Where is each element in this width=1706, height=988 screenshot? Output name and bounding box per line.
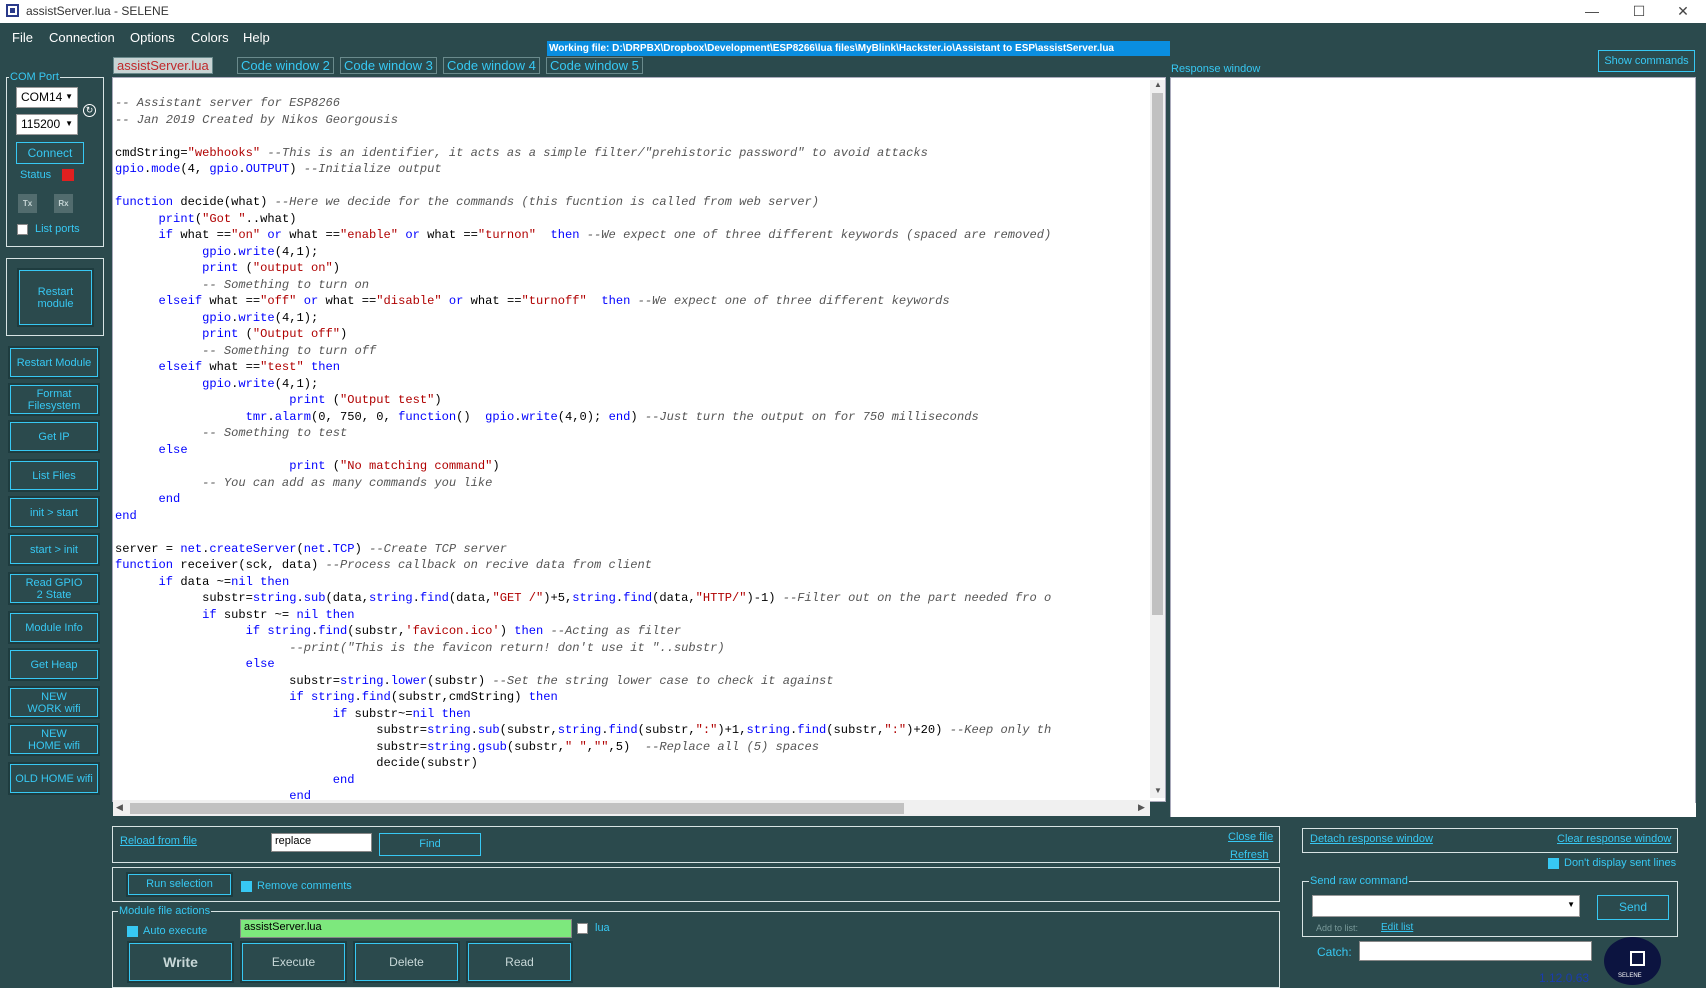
- scroll-left-icon[interactable]: ◀: [116, 802, 123, 813]
- code-text[interactable]: -- Assistant server for ESP8266 -- Jan 2…: [115, 95, 1051, 801]
- show-commands-button[interactable]: Show commands: [1598, 50, 1695, 72]
- response-horizontal-scrollbar[interactable]: [1171, 803, 1696, 817]
- close-file-link[interactable]: Close file: [1228, 831, 1273, 843]
- tab-assistserver[interactable]: assistServer.lua: [113, 57, 213, 74]
- title-bar: assistServer.lua - SELENE — ☐ ✕: [0, 0, 1706, 23]
- window-title: assistServer.lua - SELENE: [26, 4, 169, 18]
- status-label: Status: [20, 169, 52, 181]
- read-gpio2-button[interactable]: Read GPIO 2 State: [8, 572, 100, 605]
- maximize-button[interactable]: ☐: [1616, 0, 1662, 22]
- dont-display-sent-label: Don't display sent lines: [1564, 857, 1677, 869]
- search-input[interactable]: replace: [271, 833, 372, 852]
- close-button[interactable]: ✕: [1660, 0, 1706, 22]
- port-value: COM14: [21, 90, 63, 104]
- restart-module-big-button[interactable]: Restart module: [17, 268, 94, 327]
- list-ports-checkbox[interactable]: [17, 224, 28, 235]
- scroll-up-icon[interactable]: ▲: [1154, 80, 1162, 89]
- format-filesystem-button[interactable]: Format Filesystem: [8, 383, 100, 416]
- add-to-list-label: Add to list:: [1316, 923, 1359, 933]
- rx-indicator: Rx: [54, 194, 73, 213]
- menu-help[interactable]: Help: [243, 30, 270, 45]
- port-select[interactable]: COM14 ▼: [16, 87, 78, 108]
- find-button[interactable]: Find: [379, 833, 481, 856]
- menu-connection[interactable]: Connection: [49, 30, 115, 45]
- dont-display-sent-checkbox[interactable]: [1548, 858, 1559, 869]
- get-heap-button[interactable]: Get Heap: [8, 648, 100, 681]
- detach-response-link[interactable]: Detach response window: [1310, 833, 1433, 845]
- baud-select[interactable]: 115200 ▼: [16, 114, 78, 135]
- com-port-label: COM Port: [9, 71, 60, 83]
- tab-code-window-2[interactable]: Code window 2: [237, 57, 334, 74]
- old-home-wifi-button[interactable]: OLD HOME wifi: [8, 762, 100, 795]
- module-info-button[interactable]: Module Info: [8, 611, 100, 644]
- logo-text: SELENE: [1618, 973, 1642, 979]
- send-button[interactable]: Send: [1597, 895, 1669, 920]
- catch-input[interactable]: [1359, 941, 1592, 961]
- write-button[interactable]: Write: [127, 941, 234, 983]
- baud-value: 115200: [21, 117, 61, 131]
- logo-chip-icon: [1630, 951, 1645, 966]
- refresh-ports-icon[interactable]: ↻: [83, 104, 96, 117]
- connect-button[interactable]: Connect: [16, 142, 84, 164]
- chevron-down-icon: ▼: [65, 92, 73, 101]
- code-horizontal-scroll-thumb[interactable]: [130, 803, 904, 814]
- delete-button[interactable]: Delete: [353, 941, 460, 983]
- raw-command-input[interactable]: ▼: [1312, 895, 1580, 917]
- remove-comments-label: Remove comments: [257, 880, 352, 892]
- menu-file[interactable]: File: [12, 30, 33, 45]
- module-file-actions-label: Module file actions: [118, 905, 212, 917]
- auto-execute-label: Auto execute: [143, 925, 208, 937]
- working-file-path: Working file: D:\DRPBX\Dropbox\Developme…: [547, 41, 1170, 56]
- code-editor[interactable]: -- Assistant server for ESP8266 -- Jan 2…: [112, 77, 1166, 802]
- lua-label: lua: [595, 922, 610, 934]
- minimize-button[interactable]: —: [1569, 0, 1615, 22]
- run-selection-button[interactable]: Run selection: [126, 872, 233, 897]
- clear-response-link[interactable]: Clear response window: [1557, 833, 1671, 845]
- read-button[interactable]: Read: [466, 941, 573, 983]
- app-icon: [6, 4, 19, 17]
- tx-indicator: Tx: [18, 194, 37, 213]
- new-work-wifi-button[interactable]: NEW WORK wifi: [8, 686, 100, 719]
- catch-label: Catch:: [1317, 945, 1352, 959]
- version-label: 1.12.0.63: [1539, 971, 1590, 985]
- scroll-down-icon[interactable]: ▼: [1154, 786, 1162, 795]
- response-window-label: Response window: [1171, 63, 1261, 75]
- remove-comments-checkbox[interactable]: [241, 881, 252, 892]
- chevron-down-icon: ▼: [65, 119, 73, 128]
- auto-execute-checkbox[interactable]: [127, 926, 138, 937]
- tab-code-window-5[interactable]: Code window 5: [546, 57, 643, 74]
- execute-button[interactable]: Execute: [240, 941, 347, 983]
- get-ip-button[interactable]: Get IP: [8, 420, 100, 453]
- list-files-button[interactable]: List Files: [8, 459, 100, 492]
- lua-checkbox[interactable]: [577, 923, 588, 934]
- list-ports-label: List ports: [35, 223, 80, 235]
- menu-options[interactable]: Options: [130, 30, 175, 45]
- tab-code-window-3[interactable]: Code window 3: [340, 57, 437, 74]
- chevron-down-icon: ▼: [1567, 900, 1575, 909]
- scroll-right-icon[interactable]: ▶: [1138, 802, 1145, 813]
- restart-module-button[interactable]: Restart Module: [8, 346, 100, 379]
- menu-colors[interactable]: Colors: [191, 30, 229, 45]
- code-vertical-scroll-thumb[interactable]: [1152, 93, 1163, 615]
- new-home-wifi-button[interactable]: NEW HOME wifi: [8, 723, 100, 756]
- tab-code-window-4[interactable]: Code window 4: [443, 57, 540, 74]
- reload-from-file-link[interactable]: Reload from file: [120, 835, 197, 847]
- response-window[interactable]: [1170, 77, 1696, 817]
- edit-list-link[interactable]: Edit list: [1381, 922, 1413, 933]
- start-to-init-button[interactable]: start > init: [8, 533, 100, 566]
- selene-logo: SELENE: [1604, 937, 1661, 985]
- init-to-start-button[interactable]: init > start: [8, 496, 100, 529]
- status-indicator: [62, 169, 74, 181]
- filename-input[interactable]: assistServer.lua: [240, 919, 572, 938]
- refresh-link[interactable]: Refresh: [1230, 849, 1269, 861]
- send-raw-command-label: Send raw command: [1309, 875, 1409, 887]
